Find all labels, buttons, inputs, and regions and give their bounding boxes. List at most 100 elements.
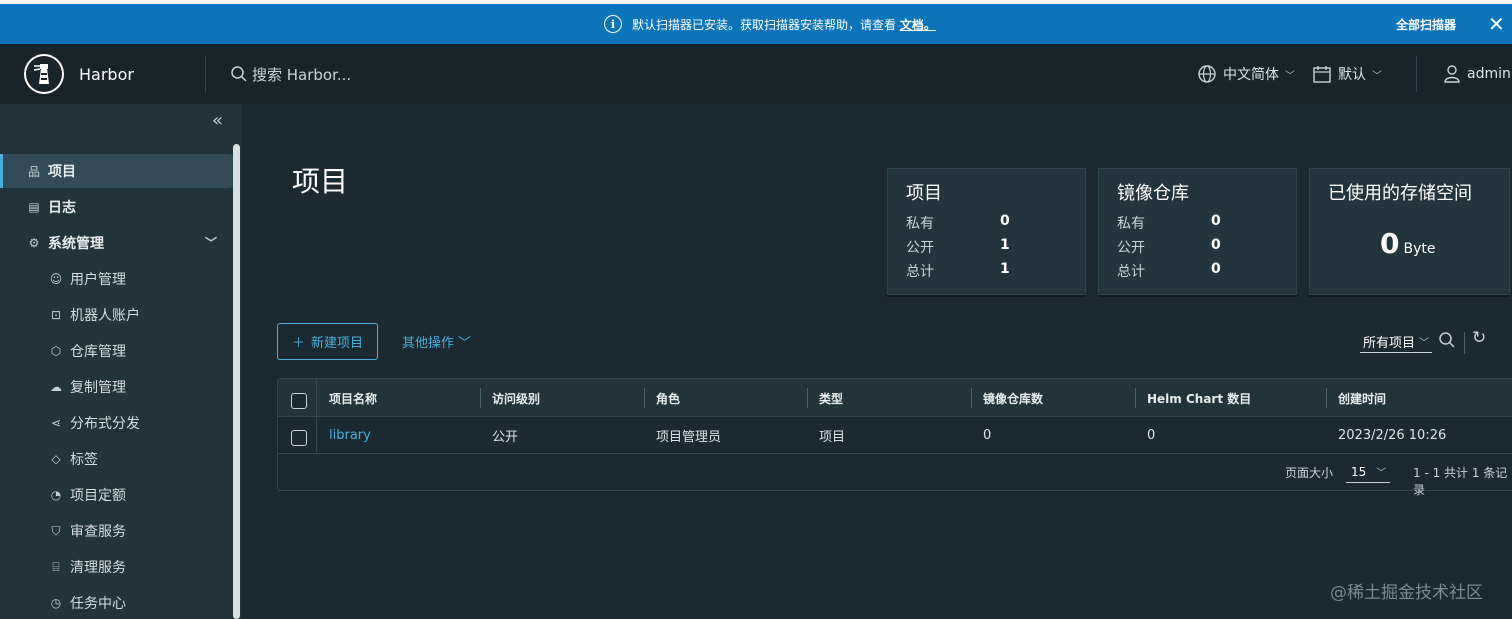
sidebar-item-label: 机器人账户 xyxy=(70,308,140,324)
user-menu[interactable]: admin xyxy=(1443,44,1511,104)
sidebar-scrollbar[interactable] xyxy=(233,144,240,619)
sidebar-item-interrogation[interactable]: ⛉ 审查服务 xyxy=(0,514,233,548)
sidebar-item-robots[interactable]: ⊡ 机器人账户 xyxy=(0,298,233,332)
card-row: 公开 0 xyxy=(1117,237,1221,256)
cell-type: 项目 xyxy=(819,430,846,445)
sidebar-item-projects[interactable]: 品 项目 xyxy=(0,154,233,188)
chevron-down-icon: ﹀ xyxy=(1285,70,1295,82)
sidebar-item-label: 清理服务 xyxy=(70,560,126,576)
sidebar-item-label: 项目定额 xyxy=(70,488,126,504)
projects-summary-card: 项目 私有 0 公开 1 总计 1 xyxy=(887,168,1086,295)
close-icon[interactable]: ✕ xyxy=(1488,4,1505,44)
search-icon[interactable] xyxy=(1438,331,1456,354)
table-footer: 页面大小 15 ﹀ 1 - 1 共计 1 条记录 xyxy=(278,454,1512,498)
tag-icon: ◇ xyxy=(51,452,61,466)
repositories-summary-card: 镜像仓库 私有 0 公开 0 总计 0 xyxy=(1098,168,1297,295)
column-header-repo-count[interactable]: 镜像仓库数 xyxy=(971,379,1043,417)
card-row: 公开 1 xyxy=(906,237,1010,256)
refresh-icon[interactable]: ↻ xyxy=(1472,328,1486,348)
cell-created: 2023/2/26 10:26 xyxy=(1338,428,1447,443)
plus-icon: ＋ xyxy=(291,336,305,351)
table-header: 项目名称 访问级别 角色 类型 镜像仓库数 Helm Chart 数目 创建时间 xyxy=(278,379,1512,417)
shield-icon: ⛉ xyxy=(51,523,61,538)
sidebar-item-labels[interactable]: ◇ 标签 xyxy=(0,442,233,476)
user-icon xyxy=(1444,65,1460,83)
column-header-created[interactable]: 创建时间 xyxy=(1326,379,1386,417)
search-icon xyxy=(231,66,247,82)
users-icon: ☺ xyxy=(49,272,63,286)
quota-icon: ◔ xyxy=(50,488,62,502)
banner-message: 默认扫描器已安装。获取扫描器安装帮助，请查看 xyxy=(632,17,897,32)
global-search[interactable]: 搜索 Harbor... xyxy=(230,44,351,104)
info-icon: i xyxy=(604,15,622,33)
row-checkbox[interactable] xyxy=(291,430,307,446)
table-row[interactable]: library 公开 项目管理员 项目 0 0 2023/2/26 10:26 xyxy=(278,417,1512,454)
chevron-down-icon: ﹀ xyxy=(458,336,472,351)
toolbar-divider xyxy=(1464,332,1465,354)
sidebar-item-jobs[interactable]: ◷ 任务中心 xyxy=(0,586,233,619)
replication-icon: ☁ xyxy=(50,380,62,394)
select-all-checkbox[interactable] xyxy=(291,393,307,409)
harbor-logo-icon[interactable] xyxy=(24,54,64,94)
language-selector[interactable]: 中文简体 ﹀ xyxy=(1197,44,1295,104)
sidebar-item-label: 用户管理 xyxy=(70,272,126,288)
collapse-sidebar-icon[interactable]: « xyxy=(212,110,223,131)
chevron-down-icon: ﹀ xyxy=(1419,338,1430,349)
sidebar-item-label: 标签 xyxy=(70,452,98,468)
other-actions-dropdown[interactable]: 其他操作 ﹀ xyxy=(402,323,471,360)
page-size-label: 页面大小 xyxy=(1285,466,1334,480)
column-header-role[interactable]: 角色 xyxy=(644,379,680,417)
sidebar-item-label: 复制管理 xyxy=(70,380,126,396)
chevron-down-icon: ﹀ xyxy=(205,236,218,250)
log-icon: ▤ xyxy=(28,200,40,214)
card-row: 私有 0 xyxy=(1117,213,1221,232)
cell-chart-count: 0 xyxy=(1147,428,1156,443)
distribution-icon: ⋖ xyxy=(50,416,62,430)
registry-icon: ⬡ xyxy=(50,344,62,358)
sidebar-item-label: 系统管理 xyxy=(48,236,104,252)
app-header: Harbor 搜索 Harbor... 中文简体 ﹀ 默认 ﹀ admin xyxy=(0,44,1512,104)
sidebar-item-distribution[interactable]: ⋖ 分布式分发 xyxy=(0,406,233,440)
sidebar-item-cleanup[interactable]: ⌸ 清理服务 xyxy=(0,550,233,584)
brand-name[interactable]: Harbor xyxy=(79,44,134,104)
datetime-label: 默认 xyxy=(1338,67,1366,83)
globe-icon xyxy=(1198,65,1216,83)
sidebar-item-admin[interactable]: ⚙ 系统管理 ﹀ xyxy=(0,226,233,260)
sidebar-item-label: 分布式分发 xyxy=(70,416,140,432)
card-title: 已使用的存储空间 xyxy=(1328,183,1472,204)
column-header-name[interactable]: 项目名称 xyxy=(317,379,377,417)
column-header-type[interactable]: 类型 xyxy=(807,379,843,417)
sidebar-item-logs[interactable]: ▤ 日志 xyxy=(0,190,233,224)
chevron-down-icon: ﹀ xyxy=(1376,468,1387,479)
new-project-button[interactable]: ＋ 新建项目 xyxy=(277,323,378,360)
all-scanners-link[interactable]: 全部扫描器 xyxy=(1396,4,1456,44)
sidebar-item-registries[interactable]: ⬡ 仓库管理 xyxy=(0,334,233,368)
project-filter-select[interactable]: 所有项目 ﹀ xyxy=(1360,331,1432,353)
job-icon: ◷ xyxy=(50,596,62,610)
cell-role: 项目管理员 xyxy=(656,430,722,445)
banner-doc-link[interactable]: 文档。 xyxy=(900,18,936,32)
sidebar-item-replication[interactable]: ☁ 复制管理 xyxy=(0,370,233,404)
column-header-chart-count[interactable]: Helm Chart 数目 xyxy=(1135,379,1251,417)
card-row: 总计 1 xyxy=(906,261,1010,280)
column-header-access[interactable]: 访问级别 xyxy=(480,379,540,417)
datetime-selector[interactable]: 默认 ﹀ xyxy=(1312,44,1382,104)
sidebar: « 品 项目 ▤ 日志 ⚙ 系统管理 ﹀ ☺ 用户管理 ⊡ 机器人账户 ⬡ 仓库… xyxy=(0,104,242,619)
project-name-link[interactable]: library xyxy=(317,417,371,454)
sidebar-item-label: 审查服务 xyxy=(70,524,126,540)
main-content: 项目 项目 私有 0 公开 1 总计 1 镜像仓库 私有 0 公开 0 总计 0 已使用的存… xyxy=(242,104,1512,619)
cell-access: 公开 xyxy=(492,430,519,445)
header-divider xyxy=(1416,56,1417,92)
card-row: 总计 0 xyxy=(1117,261,1221,280)
storage-value: 0 Byte xyxy=(1380,227,1436,260)
cell-repo-count: 0 xyxy=(983,428,992,443)
sidebar-item-quotas[interactable]: ◔ 项目定额 xyxy=(0,478,233,512)
calendar-icon xyxy=(1313,66,1331,83)
storage-summary-card: 已使用的存储空间 0 Byte xyxy=(1309,168,1510,295)
page-size-select[interactable]: 15 ﹀ xyxy=(1346,461,1390,483)
page-title: 项目 xyxy=(292,165,349,198)
admin-icon: ⚙ xyxy=(28,236,40,250)
card-row: 私有 0 xyxy=(906,213,1010,232)
sidebar-item-users[interactable]: ☺ 用户管理 xyxy=(0,262,233,296)
language-label: 中文简体 xyxy=(1223,67,1279,83)
